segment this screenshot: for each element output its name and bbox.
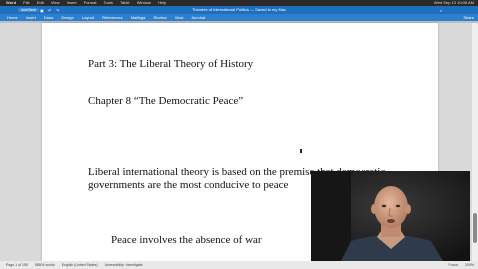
status-bar: Page 1 of 155 58504 words English (Unite… [0, 261, 478, 269]
menu-item-insert[interactable]: Insert [67, 0, 77, 5]
zoom-level[interactable]: 200% [465, 263, 474, 267]
accessibility-check[interactable]: Accessibility: Investigate [105, 263, 143, 267]
tab-view[interactable]: View [175, 15, 184, 20]
presenter-video-frame [311, 171, 470, 261]
webcam-overlay [311, 171, 470, 261]
heading-part: Part 3: The Liberal Theory of History [88, 58, 254, 70]
heading-chapter: Chapter 8 “The Democratic Peace” [88, 95, 244, 107]
tab-mailings[interactable]: Mailings [131, 15, 146, 20]
scrollbar-thumb[interactable] [473, 213, 477, 243]
window-titlebar: AutoSave ▣ ↶ ↷ Theories of International… [0, 6, 478, 14]
page-count[interactable]: Page 1 of 155 [6, 263, 28, 267]
document-title: Theories of International Politics — Sav… [191, 7, 287, 12]
menu-item-edit[interactable]: Edit [37, 0, 44, 5]
paragraph-line-2: governments are the most conducive to pe… [88, 179, 289, 191]
tab-acrobat[interactable]: Acrobat [192, 15, 206, 20]
tab-draw[interactable]: Draw [44, 15, 53, 20]
menu-item-help[interactable]: Help [158, 0, 166, 5]
share-button[interactable]: Share [463, 14, 474, 21]
tab-design[interactable]: Design [61, 15, 73, 20]
paragraph-peace: Peace involves the absence of war [111, 234, 262, 246]
menu-item-tools[interactable]: Tools [104, 0, 113, 5]
menu-item-view[interactable]: View [51, 0, 60, 5]
word-count[interactable]: 58504 words [35, 263, 55, 267]
tab-insert[interactable]: Insert [26, 15, 36, 20]
tab-references[interactable]: References [102, 15, 122, 20]
mouse-pointer [300, 149, 302, 153]
language-indicator[interactable]: English (United States) [62, 263, 98, 267]
menu-item-file[interactable]: File [23, 0, 29, 5]
vertical-scrollbar[interactable] [472, 23, 478, 261]
app-menu[interactable]: Word [6, 0, 16, 5]
focus-button[interactable]: Focus [449, 263, 459, 267]
tab-review[interactable]: Review [154, 15, 167, 20]
ribbon-tabs: Home Insert Draw Design Layout Reference… [0, 14, 478, 21]
tab-layout[interactable]: Layout [82, 15, 94, 20]
menu-item-window[interactable]: Window [137, 0, 151, 5]
menu-item-format[interactable]: Format [84, 0, 97, 5]
tab-home[interactable]: Home [7, 15, 18, 20]
menu-item-table[interactable]: Table [120, 0, 130, 5]
